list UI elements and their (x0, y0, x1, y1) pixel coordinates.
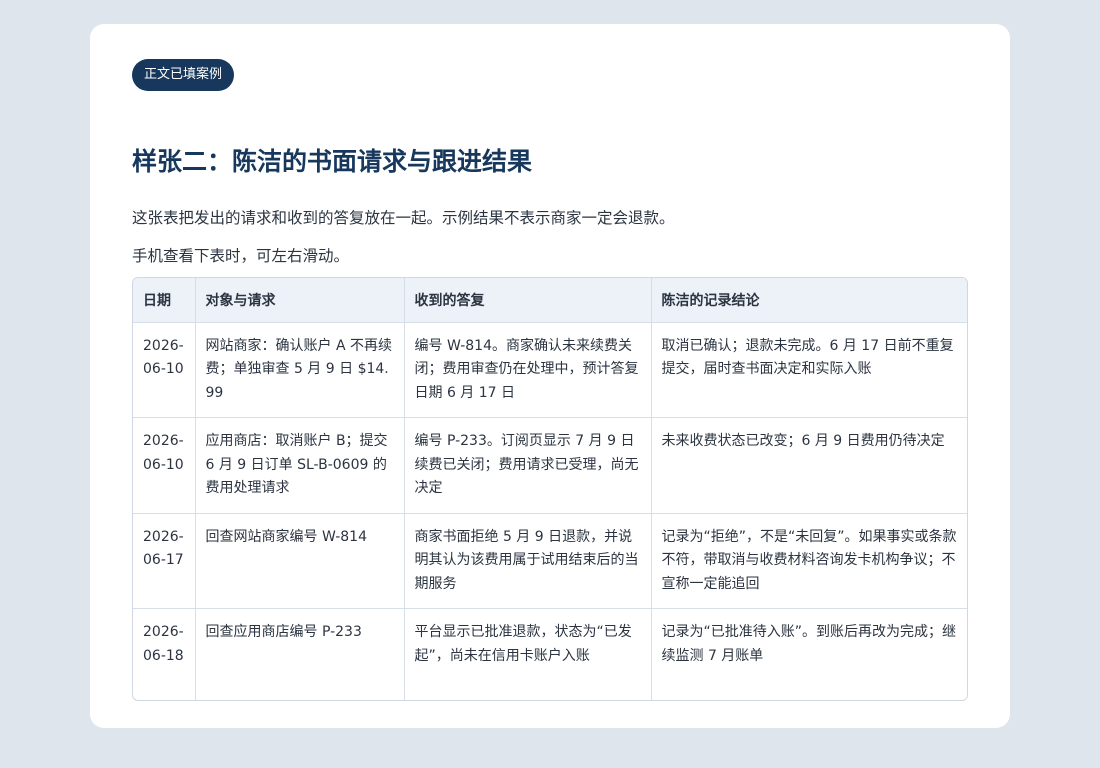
table-row: 2026-06-18 回查应用商店编号 P-233 平台显示已批准退款，状态为“… (133, 608, 967, 700)
table-row: 2026-06-17 回查网站商家编号 W-814 商家书面拒绝 5 月 9 日… (133, 513, 967, 609)
intro-text: 这张表把发出的请求和收到的答复放在一起。示例结果不表示商家一定会退款。 (132, 209, 675, 227)
content-card: 正文已填案例 样张二：陈洁的书面请求与跟进结果 这张表把发出的请求和收到的答复放… (90, 24, 1010, 728)
header-conclusion: 陈洁的记录结论 (651, 278, 967, 323)
cell-request: 回查网站商家编号 W-814 (195, 513, 405, 609)
cell-date: 2026-06-17 (133, 513, 196, 609)
followup-table: 日期 对象与请求 收到的答复 陈洁的记录结论 2026-06-10 网站商家：确… (133, 278, 967, 700)
table-scroll-container[interactable]: 日期 对象与请求 收到的答复 陈洁的记录结论 2026-06-10 网站商家：确… (132, 277, 968, 701)
header-reply: 收到的答复 (404, 278, 652, 323)
header-request: 对象与请求 (195, 278, 405, 323)
table-row: 2026-06-10 网站商家：确认账户 A 不再续费；单独审查 5 月 9 日… (133, 322, 967, 418)
cell-conclusion: 记录为“已批准待入账”。到账后再改为完成；继续监测 7 月账单 (661, 624, 957, 664)
cell-date: 2026-06-10 (133, 417, 196, 514)
page-title: 样张二：陈洁的书面请求与跟进结果 (132, 147, 533, 176)
cell-request: 应用商店：取消账户 B；提交 6 月 9 日订单 SL-B-0609 的费用处理… (195, 417, 405, 514)
cell-conclusion: 记录为“拒绝”，不是“未回复”。如果事实或条款不符，带取消与收费材料咨询发卡机构… (651, 513, 967, 609)
cell-conclusion: 取消已确认；退款未完成。6 月 17 日前不重复提交，届时查书面决定和实际入账 (651, 322, 967, 418)
cell-reply: 平台显示已批准退款，状态为“已发起”，尚未在信用卡账户入账 (404, 608, 652, 700)
cell-reply: 编号 P-233。订阅页显示 7 月 9 日续费已关闭；费用请求已受理，尚无决定 (404, 417, 652, 514)
cell-request: 回查应用商店编号 P-233 (195, 608, 405, 700)
cell-reply: 商家书面拒绝 5 月 9 日退款，并说明其认为该费用属于试用结束后的当期服务 (404, 513, 652, 609)
cell-date: 2026-06-18 (133, 608, 196, 700)
cell-request: 网站商家：确认账户 A 不再续费；单独审查 5 月 9 日 $14.99 (195, 322, 405, 418)
cell-conclusion: 未来收费状态已改变；6 月 9 日费用仍待决定 (651, 417, 967, 514)
table-header-row: 日期 对象与请求 收到的答复 陈洁的记录结论 (133, 278, 967, 323)
table-row: 2026-06-10 应用商店：取消账户 B；提交 6 月 9 日订单 SL-B… (133, 417, 967, 514)
header-date: 日期 (133, 278, 196, 323)
scroll-hint: 手机查看下表时，可左右滑动。 (132, 247, 350, 265)
cell-date: 2026-06-10 (133, 322, 196, 418)
status-badge: 正文已填案例 (132, 59, 235, 91)
cell-reply: 编号 W-814。商家确认未来续费关闭；费用审查仍在处理中，预计答复日期 6 月… (404, 322, 652, 418)
